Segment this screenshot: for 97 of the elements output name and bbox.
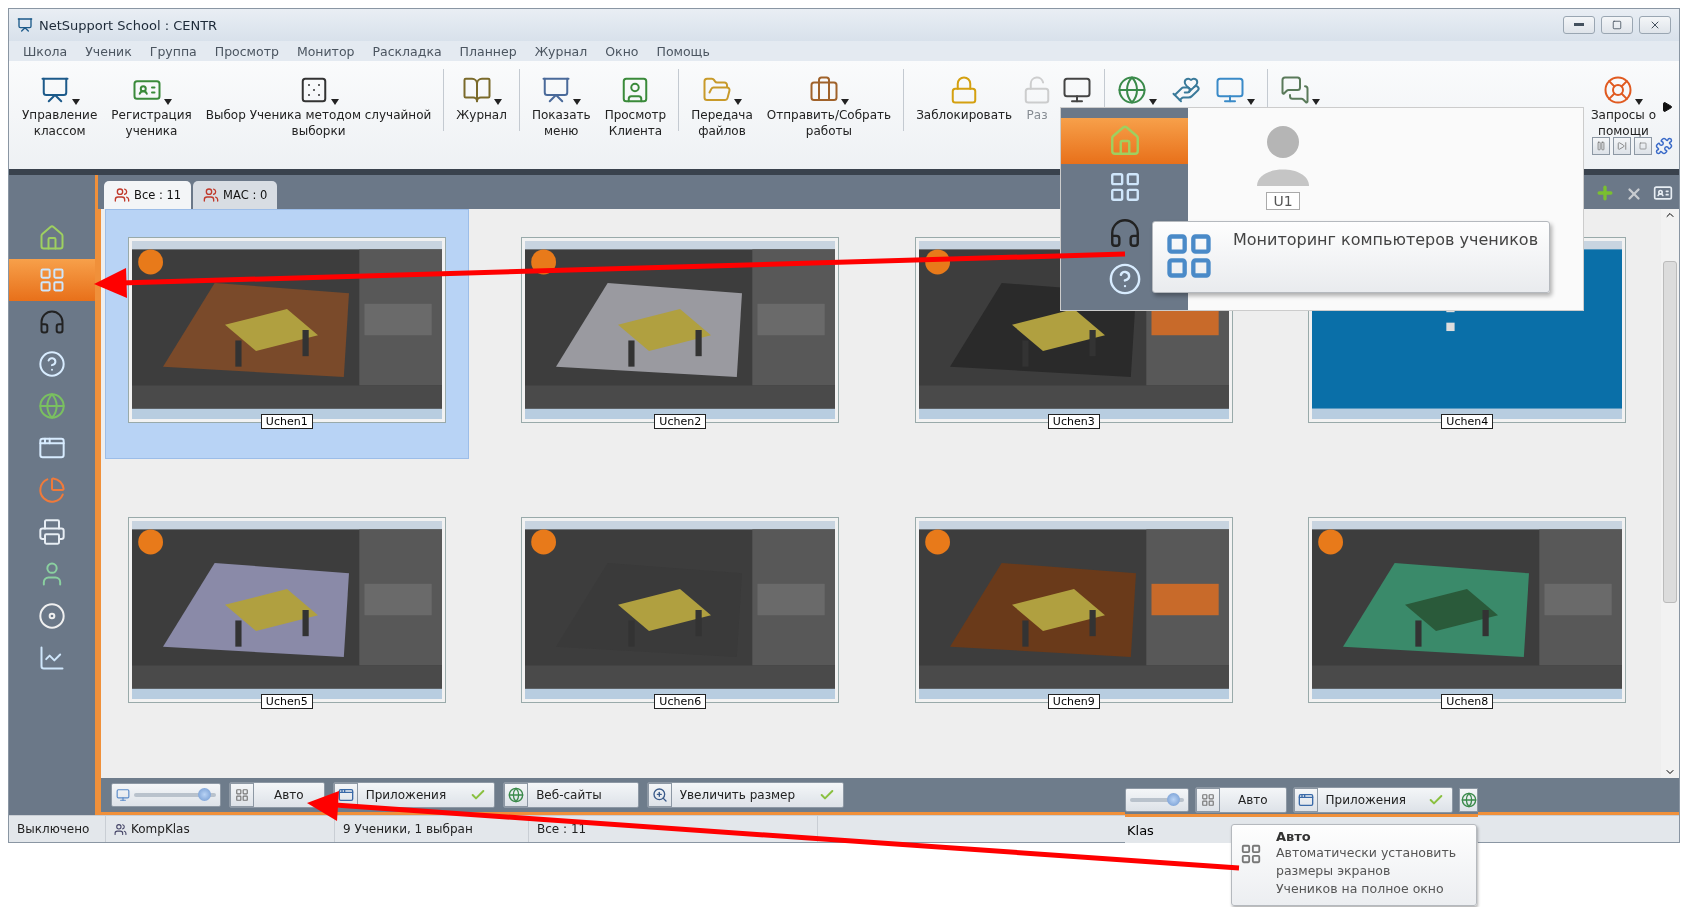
tab[interactable]: Все : 11 xyxy=(104,181,192,209)
tooltip-text: Автоматически установить размеры экранов Учеников на полное окно xyxy=(1276,844,1457,898)
caret-icon xyxy=(1247,99,1256,105)
grid-icon xyxy=(230,783,254,807)
close-icon xyxy=(1649,19,1661,31)
help-icon xyxy=(38,350,66,378)
caret-icon xyxy=(1635,99,1644,105)
caret-icon xyxy=(1149,99,1158,105)
add-icon[interactable] xyxy=(1595,183,1615,203)
slider-thumb[interactable] xyxy=(197,788,211,801)
slider-thumb[interactable] xyxy=(1167,793,1181,806)
skip-icon[interactable] xyxy=(1613,137,1631,155)
computer-icon xyxy=(1215,75,1246,105)
puzzle-icon[interactable] xyxy=(1655,137,1673,155)
line-chart-icon xyxy=(38,644,66,672)
card-icon[interactable] xyxy=(1653,183,1673,203)
filter-button[interactable]: Приложения xyxy=(332,782,496,808)
pie-chart-icon xyxy=(38,476,66,504)
maximize-button[interactable] xyxy=(1601,16,1633,34)
student-name: Uchen3 xyxy=(1047,414,1100,430)
menu-item[interactable]: Школа xyxy=(23,43,68,59)
filter-button[interactable]: Увеличить размер xyxy=(646,782,845,808)
minimize-icon xyxy=(1574,23,1584,27)
toolbar-button[interactable]: Выбор Ученика методом случайной выборки xyxy=(198,65,439,139)
scrollbar[interactable] xyxy=(1661,209,1679,778)
grid-icon xyxy=(1195,788,1220,812)
student-tile[interactable]: Uchen1 xyxy=(105,209,469,459)
grid-icon xyxy=(1240,843,1262,865)
tab[interactable]: MAC : 0 xyxy=(193,181,278,209)
sidebar-item[interactable] xyxy=(9,259,95,301)
menu-item[interactable]: Просмотр xyxy=(214,43,279,59)
status-text: Выключено xyxy=(9,816,106,842)
lifebuoy-icon xyxy=(1603,75,1634,105)
home-icon xyxy=(38,224,66,252)
filter-button[interactable]: Приложения xyxy=(1292,787,1454,813)
caret-icon xyxy=(1312,99,1321,105)
printer-icon xyxy=(38,518,66,546)
book-icon xyxy=(461,75,492,105)
screen-icon xyxy=(116,788,130,802)
menu-item[interactable]: Планнер xyxy=(459,43,517,59)
status-text: Klas xyxy=(1127,822,1154,838)
toolbar-button[interactable]: Заблокировать xyxy=(909,65,1020,123)
caret-icon xyxy=(573,99,582,105)
auto-button[interactable]: Авто xyxy=(1194,787,1287,813)
pause-icon[interactable] xyxy=(1592,137,1610,155)
users-icon xyxy=(203,187,220,203)
caret-icon xyxy=(734,99,742,105)
projector-icon xyxy=(541,75,572,105)
toolbar-button[interactable]: Показать меню xyxy=(524,65,598,139)
status-text: Все : 11 xyxy=(529,816,818,842)
caret-icon xyxy=(163,99,172,105)
toolbar-button[interactable]: Просмотр Клиента xyxy=(597,65,674,139)
disc-icon xyxy=(38,602,66,630)
monitor-icon xyxy=(1062,75,1093,105)
presentation-icon xyxy=(39,75,70,105)
close-button[interactable] xyxy=(1639,16,1671,34)
caret-icon xyxy=(330,99,339,105)
users-icon xyxy=(114,187,130,203)
student-name: Uchen4 xyxy=(1441,414,1494,430)
zoom-slider[interactable] xyxy=(111,783,221,807)
toolbar-button[interactable]: Регистрация ученика xyxy=(104,65,199,139)
toolbar-button[interactable]: Журнал xyxy=(449,65,514,123)
toolbar-button[interactable]: Отправить/Собрать работы xyxy=(759,65,899,139)
menu-item[interactable]: Раскладка xyxy=(372,43,442,59)
tooltip-title: Авто xyxy=(1276,829,1312,844)
zoom-slider[interactable] xyxy=(1125,788,1189,812)
scroll-right-icon[interactable] xyxy=(1661,101,1673,113)
zoom-in-icon xyxy=(647,783,672,807)
minimize-button[interactable] xyxy=(1563,16,1595,34)
auto-button[interactable]: Авто xyxy=(229,782,325,808)
menu-item[interactable]: Монитор xyxy=(296,43,355,59)
menu-item[interactable]: Ученик xyxy=(85,43,132,59)
chat-icon xyxy=(1280,75,1311,105)
toolbar-button[interactable]: Запросы о помощи xyxy=(1583,65,1663,139)
window-title: NetSupport School : CENTR xyxy=(39,17,219,33)
toolbar-button[interactable]: Управление классом xyxy=(15,65,105,139)
caret-icon xyxy=(840,99,849,105)
grid-icon xyxy=(38,266,66,294)
caret-icon xyxy=(493,99,502,105)
menu-item[interactable]: Окно xyxy=(605,43,639,59)
menu-item[interactable]: Помощь xyxy=(656,43,710,59)
student-name: Uchen1 xyxy=(260,414,313,430)
filter-button[interactable]: Веб-сайты xyxy=(503,782,639,808)
user-label: U1 xyxy=(1266,192,1300,210)
headphones-icon xyxy=(38,308,66,336)
close-icon[interactable] xyxy=(1625,185,1643,203)
app-icon xyxy=(17,17,33,33)
help-icon xyxy=(1107,262,1142,296)
maximize-icon xyxy=(1612,20,1622,30)
tooltip: Мониторинг компьютеров учеников xyxy=(1152,221,1550,293)
toolbar-button[interactable]: Передача файлов xyxy=(684,65,760,139)
window-icon xyxy=(1293,788,1318,812)
menu-item[interactable]: Группа xyxy=(149,43,197,59)
menu-item[interactable]: Журнал xyxy=(534,43,588,59)
stop-icon[interactable] xyxy=(1634,137,1652,155)
caret-icon xyxy=(71,99,80,105)
student-name: Uchen2 xyxy=(654,414,707,430)
